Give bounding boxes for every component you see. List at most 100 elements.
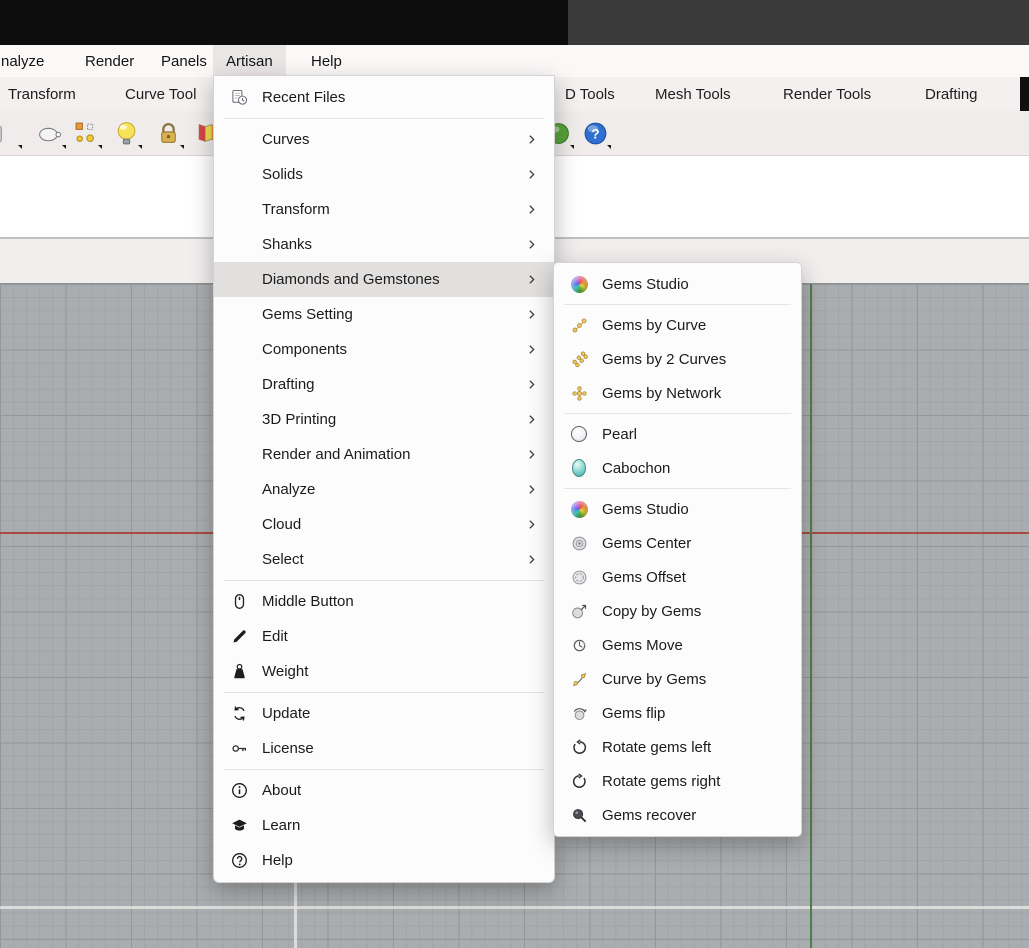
menu-item-pearl[interactable]: Pearl [554, 417, 801, 451]
chevron-right-icon [524, 237, 540, 253]
menu-item-label: Analyze [262, 481, 524, 498]
menu-item-about[interactable]: About [214, 773, 554, 808]
menu-item-gems-move[interactable]: Gems Move [554, 628, 801, 662]
menu-item-update[interactable]: Update [214, 696, 554, 731]
menu-item-label: Gems recover [602, 807, 793, 824]
pearl-icon [568, 424, 590, 444]
menu-item-curve-by-gems[interactable]: Curve by Gems [554, 662, 801, 696]
menu-item-gems-recover[interactable]: Gems recover [554, 798, 801, 832]
menu-item-cabochon[interactable]: Cabochon [554, 451, 801, 485]
pencil-icon [228, 627, 250, 647]
toolbar-tab-render-tools[interactable]: Render Tools [783, 77, 871, 111]
menu-item-rotate-gems-left[interactable]: Rotate gems left [554, 730, 801, 764]
chevron-right-icon [524, 412, 540, 428]
blank-icon [228, 200, 250, 220]
gems-offset-icon [568, 567, 590, 587]
menu-item-label: Diamonds and Gemstones [262, 271, 524, 288]
menubar-item-help[interactable]: Help [298, 45, 355, 77]
toolbar-tab-transform[interactable]: Transform [8, 77, 76, 111]
menu-item-rotate-gems-right[interactable]: Rotate gems right [554, 764, 801, 798]
gems-move-icon [568, 635, 590, 655]
menu-item-label: Solids [262, 166, 524, 183]
mouse-icon [228, 592, 250, 612]
menu-item-3d-printing[interactable]: 3D Printing [214, 402, 554, 437]
menu-item-gems-offset[interactable]: Gems Offset [554, 560, 801, 594]
title-bar [0, 0, 1029, 45]
lock-icon[interactable] [150, 115, 186, 151]
menu-item-select[interactable]: Select [214, 542, 554, 577]
menubar-item-panels[interactable]: Panels [148, 45, 220, 77]
weight-icon [228, 662, 250, 682]
menu-item-label: Gems Studio [602, 501, 793, 518]
chevron-right-icon [524, 517, 540, 533]
menu-item-label: Pearl [602, 426, 793, 443]
menu-item-gems-by-2-curves[interactable]: Gems by 2 Curves [554, 342, 801, 376]
menu-item-gems-flip[interactable]: Gems flip [554, 696, 801, 730]
menu-item-recent-files[interactable]: Recent Files [214, 80, 554, 115]
menu-item-middle-button[interactable]: Middle Button [214, 584, 554, 619]
menubar-item-render[interactable]: Render [72, 45, 147, 77]
menu-item-copy-by-gems[interactable]: Copy by Gems [554, 594, 801, 628]
menu-item-label: Gems by Network [602, 385, 793, 402]
menu-item-label: Cabochon [602, 460, 793, 477]
lightbulb-icon[interactable] [108, 115, 144, 151]
chevron-right-icon [524, 202, 540, 218]
menu-item-components[interactable]: Components [214, 332, 554, 367]
menubar-item-nalyze[interactable]: nalyze [0, 45, 57, 77]
menu-item-render-and-animation[interactable]: Render and Animation [214, 437, 554, 472]
chevron-right-icon [524, 552, 540, 568]
menu-item-label: Rotate gems left [602, 739, 793, 756]
partial-tool-icon[interactable] [0, 115, 24, 151]
menu-item-drafting[interactable]: Drafting [214, 367, 554, 402]
blank-icon [228, 165, 250, 185]
menu-item-label: 3D Printing [262, 411, 524, 428]
gems-by-2-curves-icon [568, 349, 590, 369]
menu-item-gems-by-curve[interactable]: Gems by Curve [554, 308, 801, 342]
menu-item-shanks[interactable]: Shanks [214, 227, 554, 262]
menu-separator [224, 769, 544, 770]
toolbar-tab-curve-tool[interactable]: Curve Tool [125, 77, 196, 111]
menu-separator [564, 413, 791, 414]
menu-item-edit[interactable]: Edit [214, 619, 554, 654]
tab-row-end-cap [1020, 77, 1029, 111]
menu-item-gems-studio[interactable]: Gems Studio [554, 267, 801, 301]
menu-item-label: Transform [262, 201, 524, 218]
y-axis-green-line [810, 284, 812, 948]
menu-item-weight[interactable]: Weight [214, 654, 554, 689]
menu-item-label: Select [262, 551, 524, 568]
menu-item-gems-setting[interactable]: Gems Setting [214, 297, 554, 332]
menu-item-help[interactable]: Help [214, 843, 554, 878]
rotate-gems-right-icon [568, 771, 590, 791]
menu-item-cloud[interactable]: Cloud [214, 507, 554, 542]
gem-studio-icon [568, 274, 590, 294]
help-button-icon[interactable]: ? [577, 115, 613, 151]
menu-item-curves[interactable]: Curves [214, 122, 554, 157]
menu-item-analyze[interactable]: Analyze [214, 472, 554, 507]
title-bar-right-section [568, 0, 1029, 45]
chevron-right-icon [524, 342, 540, 358]
points-tool-icon[interactable] [68, 115, 104, 151]
menubar-item-artisan[interactable]: Artisan [213, 45, 286, 77]
menu-item-label: Gems Setting [262, 306, 524, 323]
menu-item-license[interactable]: License [214, 731, 554, 766]
curve-by-gems-icon [568, 669, 590, 689]
toolbar-tab-d-tools[interactable]: D Tools [565, 77, 615, 111]
menu-item-diamonds-and-gemstones[interactable]: Diamonds and Gemstones [214, 262, 554, 297]
menu-item-gems-center[interactable]: Gems Center [554, 526, 801, 560]
menu-item-transform[interactable]: Transform [214, 192, 554, 227]
menu-item-solids[interactable]: Solids [214, 157, 554, 192]
blank-icon [228, 410, 250, 430]
toolbar-tab-mesh-tools[interactable]: Mesh Tools [655, 77, 731, 111]
menu-item-label: License [262, 740, 546, 757]
gems-flip-icon [568, 703, 590, 723]
blank-icon [228, 305, 250, 325]
menu-item-gems-studio[interactable]: Gems Studio [554, 492, 801, 526]
diamonds-gemstones-submenu: Gems Studio Gems by CurveGems by 2 Curves… [553, 262, 802, 837]
blank-icon [228, 550, 250, 570]
toolbar-tab-drafting[interactable]: Drafting [925, 77, 978, 111]
ellipse-tool-icon[interactable] [32, 115, 68, 151]
menu-item-learn[interactable]: Learn [214, 808, 554, 843]
menu-item-label: Drafting [262, 376, 524, 393]
menu-item-gems-by-network[interactable]: Gems by Network [554, 376, 801, 410]
title-bar-left-section [0, 0, 568, 45]
